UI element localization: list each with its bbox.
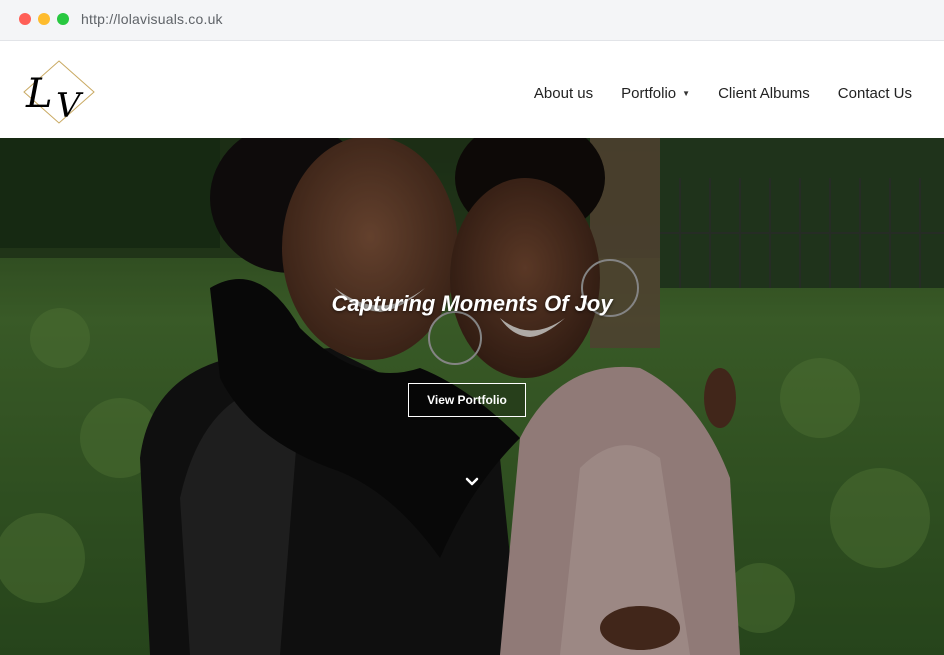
nav-contact-us[interactable]: Contact Us	[838, 85, 912, 102]
view-portfolio-label: View Portfolio	[427, 393, 507, 407]
site-header: L V About us Portfolio ▼ Client Albums C…	[0, 41, 944, 138]
svg-text:L: L	[25, 71, 53, 117]
hero-section: Capturing Moments Of Joy View Portfolio	[0, 138, 944, 655]
main-nav: About us Portfolio ▼ Client Albums Conta…	[506, 85, 912, 102]
browser-chrome: http://lolavisuals.co.uk	[0, 0, 944, 41]
view-portfolio-button[interactable]: View Portfolio	[408, 383, 526, 417]
nav-contact-us-label: Contact Us	[837, 85, 912, 102]
nav-client-albums[interactable]: Client Albums	[718, 85, 810, 102]
nav-portfolio[interactable]: Portfolio ▼	[621, 85, 690, 102]
nav-about-us-label: About us	[533, 85, 594, 102]
site-logo[interactable]: L V	[22, 59, 96, 125]
hero-title: Capturing Moments Of Joy	[331, 291, 613, 316]
address-bar[interactable]: http://lolavisuals.co.uk	[81, 11, 223, 27]
close-window-button[interactable]	[19, 13, 31, 25]
caret-down-icon: ▼	[682, 89, 691, 98]
nav-about-us[interactable]: About us	[534, 85, 593, 102]
maximize-window-button[interactable]	[57, 13, 69, 25]
minimize-window-button[interactable]	[38, 13, 50, 25]
nav-client-albums-label: Client Albums	[718, 85, 810, 102]
nav-portfolio-label: Portfolio	[621, 85, 677, 102]
chevron-down-icon[interactable]	[463, 475, 481, 489]
svg-text:V: V	[56, 86, 84, 125]
